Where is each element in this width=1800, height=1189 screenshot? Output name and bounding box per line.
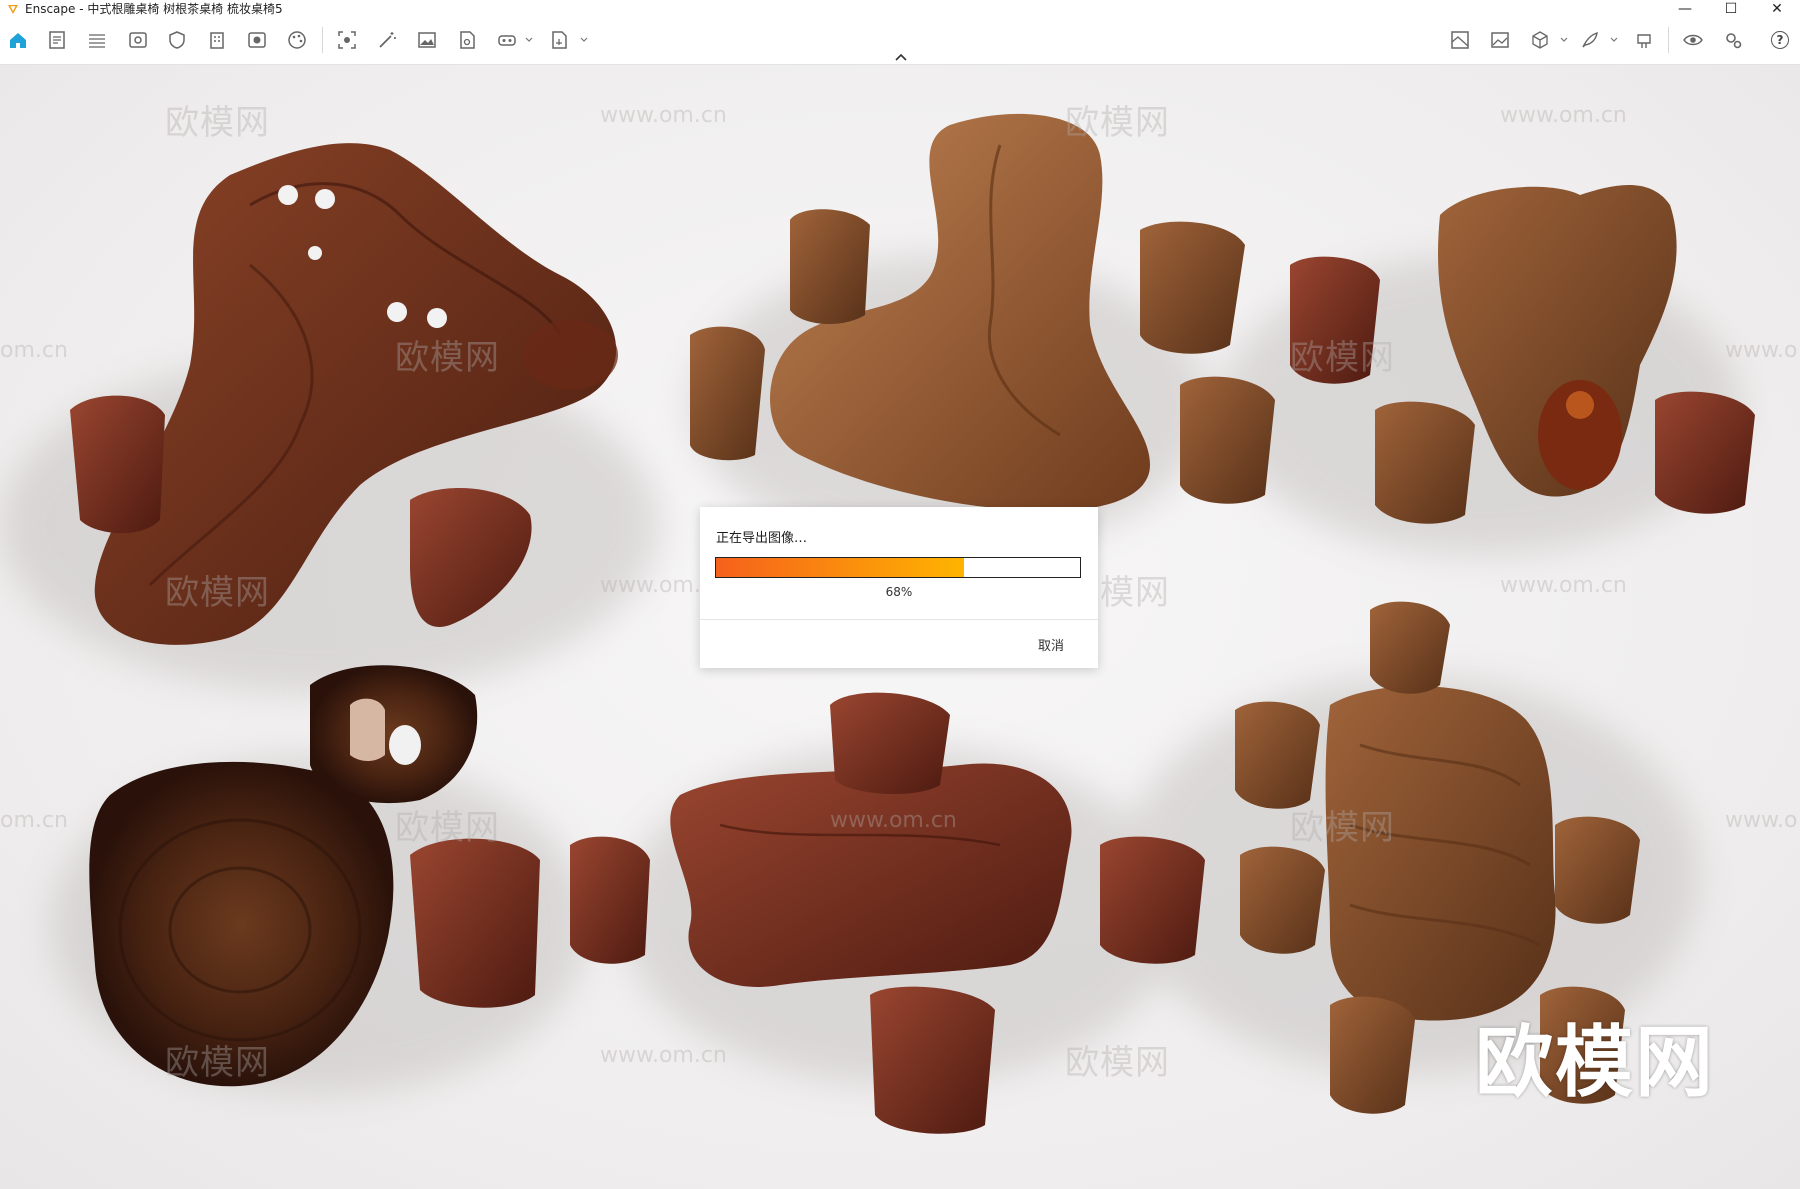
dialog-divider: [700, 619, 1098, 620]
close-button[interactable]: ✕: [1754, 0, 1800, 17]
title-bar: Enscape - 中式根雕桌椅 树根茶桌椅 梳妆桌椅5 — ☐ ✕: [0, 0, 1800, 17]
live-update-icon: [1637, 34, 1651, 48]
image-button[interactable]: [413, 26, 441, 54]
watermark-brand: 欧模网: [165, 573, 270, 613]
live-update-button[interactable]: [1630, 26, 1658, 54]
export-icon: [248, 32, 266, 48]
export-button[interactable]: [243, 26, 271, 54]
bim-icon: [89, 34, 105, 48]
watermark-brand: 欧模网: [1065, 103, 1170, 143]
chevron-down-icon[interactable]: [1610, 36, 1618, 44]
watermark-brand: 欧模网: [395, 338, 500, 378]
building-button[interactable]: [203, 26, 231, 54]
progress-fill: [716, 558, 964, 577]
cancel-button[interactable]: 取消: [1032, 631, 1070, 658]
home-icon: [10, 33, 26, 48]
eye-button[interactable]: [1679, 26, 1707, 54]
minimize-button[interactable]: —: [1662, 0, 1708, 17]
enscape-toolbar: ?: [0, 17, 1800, 65]
vr-headset-icon: [498, 35, 516, 46]
settings-icon: [1726, 33, 1742, 49]
collapse-toolbar-chevron-icon[interactable]: [893, 52, 909, 62]
capture-icon: [338, 31, 356, 49]
document-button[interactable]: [43, 26, 71, 54]
home-button[interactable]: [4, 26, 32, 54]
palette-button[interactable]: [283, 26, 311, 54]
document-icon: [49, 31, 65, 49]
toolbar-separator: [1668, 27, 1669, 53]
building-icon: [210, 32, 224, 49]
watermark-url: www.om.cn: [600, 103, 727, 128]
chevron-down-icon[interactable]: [1560, 36, 1568, 44]
gallery-icon: [1491, 32, 1509, 48]
progress-percent-label: 68%: [885, 585, 913, 599]
feather-icon: [1582, 31, 1598, 48]
file-export-icon: [552, 31, 567, 49]
magic-wand-icon: [379, 32, 396, 48]
watermark-url: www.om.cn: [1500, 103, 1627, 128]
gallery-button[interactable]: [1486, 26, 1514, 54]
cube-button[interactable]: [1526, 26, 1554, 54]
capture-button[interactable]: [333, 26, 361, 54]
watermark-brand: 欧模网: [1290, 808, 1395, 848]
map-button[interactable]: [1446, 26, 1474, 54]
watermark-partial-url: om.cn: [0, 338, 68, 363]
shield-icon: [169, 31, 185, 49]
watermark-brand: 欧模网: [165, 103, 270, 143]
window-title: Enscape - 中式根雕桌椅 树根茶桌椅 梳妆桌椅5: [25, 2, 283, 16]
render-doc-icon: [460, 31, 475, 49]
cube-icon: [1532, 31, 1548, 49]
shield-button[interactable]: [163, 26, 191, 54]
progress-bar: [715, 557, 1081, 578]
watermark-brand: 欧模网: [1065, 1043, 1170, 1083]
view-icon: [129, 32, 147, 48]
watermark-brand: 欧模网: [165, 1043, 270, 1083]
watermark-url: www.om.cn: [600, 1043, 727, 1068]
settings-button[interactable]: [1719, 26, 1747, 54]
watermark-brand-large: 欧模网: [1475, 1018, 1716, 1108]
file-export-button[interactable]: [545, 26, 573, 54]
watermark-url: www.om.cn: [830, 808, 957, 833]
help-icon: ?: [1771, 31, 1789, 49]
magic-wand-button[interactable]: [373, 26, 401, 54]
watermark-partial-url: www.o: [1725, 808, 1798, 833]
eye-icon: [1683, 34, 1703, 46]
window-controls: — ☐ ✕: [1662, 0, 1800, 17]
export-progress-dialog: 正在导出图像… 68% 取消: [700, 507, 1098, 668]
dialog-title: 正在导出图像…: [716, 531, 808, 546]
vr-headset-button[interactable]: [493, 26, 521, 54]
watermark-partial-url: www.o: [1725, 338, 1798, 363]
watermark-brand: 欧模网: [1290, 338, 1395, 378]
image-icon: [418, 32, 436, 48]
view-button[interactable]: [124, 26, 152, 54]
feather-button[interactable]: [1576, 26, 1604, 54]
chevron-down-icon[interactable]: [525, 36, 533, 44]
enscape-logo-icon: [8, 4, 18, 14]
bim-button[interactable]: [83, 26, 111, 54]
watermark-brand: 欧模网: [395, 808, 500, 848]
maximize-button[interactable]: ☐: [1708, 0, 1754, 17]
palette-icon: [288, 31, 306, 49]
watermark-url: www.om.cn: [1500, 573, 1627, 598]
watermark-partial-url: om.cn: [0, 808, 68, 833]
toolbar-separator: [322, 27, 323, 53]
render-doc-button[interactable]: [453, 26, 481, 54]
chevron-down-icon[interactable]: [580, 36, 588, 44]
help-button[interactable]: ?: [1766, 26, 1794, 54]
map-icon: [1451, 31, 1469, 49]
